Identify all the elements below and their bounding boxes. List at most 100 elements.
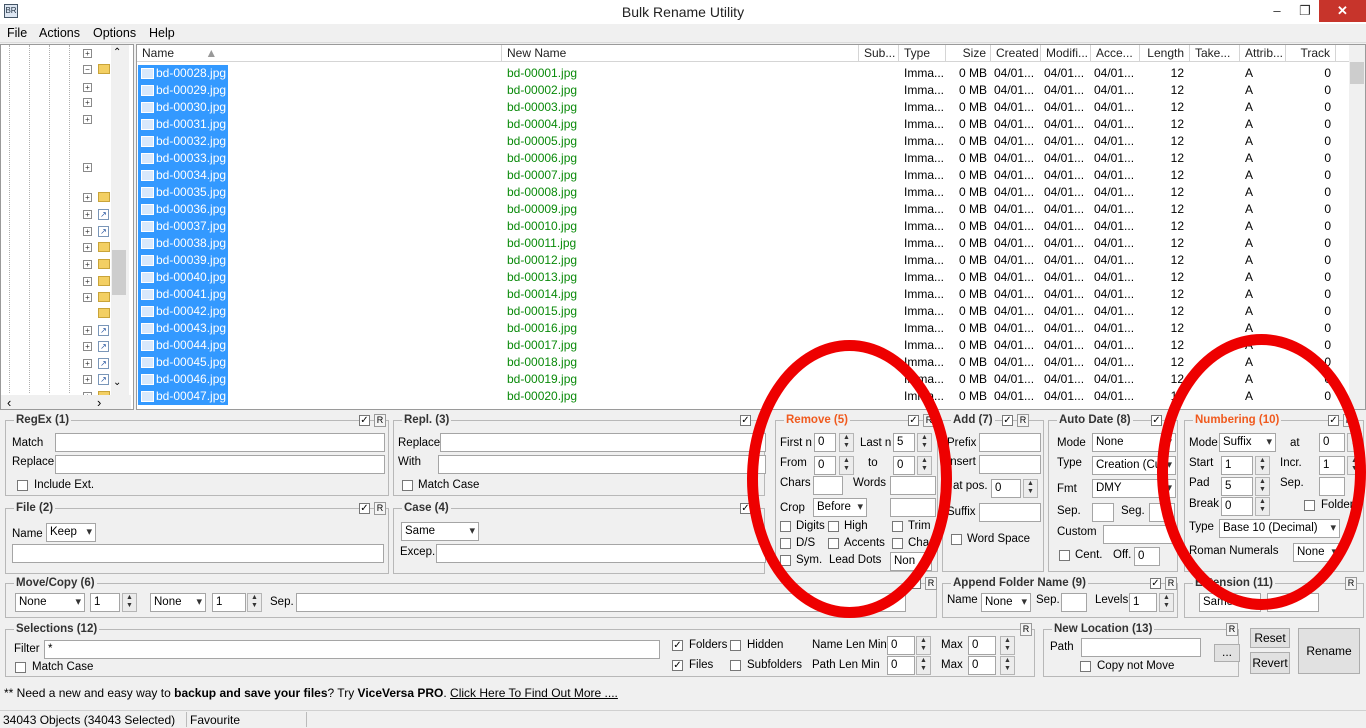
column-accessed[interactable]: Acce... — [1091, 45, 1140, 62]
at-pos-input[interactable]: 0 — [991, 479, 1021, 498]
path-input[interactable] — [1081, 638, 1201, 657]
file-list-scrollbar[interactable] — [1349, 45, 1365, 409]
tree-vertical-scrollbar[interactable] — [111, 45, 129, 395]
column-modified[interactable]: Modifi... — [1041, 45, 1091, 62]
name-len-min-spinner[interactable]: ▲ ▼ — [916, 636, 931, 655]
menu-help[interactable]: Help — [149, 26, 175, 40]
table-row[interactable]: bd-00047.jpg bd-00020.jpg Imma... 0 MB 04/01… — [137, 388, 1349, 405]
folders-checkbox[interactable]: ✓ — [672, 640, 683, 651]
append-folder-name-dropdown[interactable]: None — [981, 593, 1031, 612]
tree-scroll-up-icon[interactable]: ⌃ — [113, 47, 121, 58]
regex-enable-checkbox[interactable]: ✓ — [359, 415, 370, 426]
tree-expand-toggle[interactable]: + — [83, 83, 92, 92]
reset-button[interactable]: Reset — [1250, 628, 1290, 648]
replace-enable-checkbox[interactable]: ✓ — [740, 415, 751, 426]
suffix-input[interactable] — [979, 503, 1041, 522]
column-type[interactable]: Type — [899, 45, 946, 62]
move-copy-count-spinner[interactable]: ▲ ▼ — [122, 593, 137, 612]
append-folder-enable-checkbox[interactable]: ✓ — [1150, 578, 1161, 589]
menu-file[interactable]: File — [7, 26, 27, 40]
table-row[interactable]: bd-00037.jpg bd-00010.jpg Imma... 0 MB 04/01… — [137, 218, 1349, 235]
tree-scroll-left-icon[interactable]: ‹ — [7, 395, 11, 409]
include-ext-checkbox[interactable] — [17, 480, 28, 491]
tree-expand-toggle[interactable]: + — [83, 293, 92, 302]
replace-match-case-checkbox[interactable] — [402, 480, 413, 491]
tree-expand-toggle[interactable]: + — [83, 375, 92, 384]
files-checkbox[interactable]: ✓ — [672, 660, 683, 671]
auto-date-sep-input[interactable] — [1092, 503, 1114, 522]
promo-link[interactable]: Click Here To Find Out More .... — [450, 686, 618, 700]
column-name[interactable]: Name ▲ — [137, 45, 502, 62]
case-dropdown[interactable]: Same — [401, 522, 479, 541]
file-reset-button[interactable]: R — [374, 502, 386, 515]
browse-button[interactable]: ... — [1214, 644, 1240, 662]
table-row[interactable]: bd-00032.jpg bd-00005.jpg Imma... 0 MB 04/01… — [137, 133, 1349, 150]
table-row[interactable]: bd-00042.jpg bd-00015.jpg Imma... 0 MB 04/01… — [137, 303, 1349, 320]
table-row[interactable]: bd-00038.jpg bd-00011.jpg Imma... 0 MB 04/01… — [137, 235, 1349, 252]
copy-not-move-checkbox[interactable] — [1080, 661, 1091, 672]
table-row[interactable]: bd-00040.jpg bd-00013.jpg Imma... 0 MB 04/01… — [137, 269, 1349, 286]
auto-date-off-input[interactable]: 0 — [1134, 547, 1160, 566]
name-len-max-input[interactable]: 0 — [968, 636, 996, 655]
path-len-min-input[interactable]: 0 — [887, 656, 915, 675]
table-row[interactable]: bd-00030.jpg bd-00003.jpg Imma... 0 MB 04/01… — [137, 99, 1349, 116]
at-pos-spinner[interactable]: ▲ ▼ — [1023, 479, 1038, 498]
tree-expand-toggle[interactable]: + — [83, 260, 92, 269]
maximize-button[interactable]: ❐ — [1291, 0, 1319, 22]
regex-replace-input[interactable] — [55, 455, 385, 474]
tree-scroll-right-icon[interactable]: › — [97, 395, 101, 409]
path-len-max-input[interactable]: 0 — [968, 656, 996, 675]
table-row[interactable]: bd-00046.jpg bd-00019.jpg Imma... 0 MB 04/01… — [137, 371, 1349, 388]
minimize-button[interactable]: – — [1263, 0, 1291, 22]
revert-button[interactable]: Revert — [1250, 652, 1290, 674]
table-row[interactable]: bd-00039.jpg bd-00012.jpg Imma... 0 MB 04/01… — [137, 252, 1349, 269]
tree-expand-toggle[interactable]: + — [83, 227, 92, 236]
folder-tree[interactable]: +−++++++↗+↗+++++↗+↗+↗+↗+ ⌃ ⌄ ‹ › — [0, 44, 134, 410]
file-list[interactable]: Name ▲ New Name Sub... Type Size Created… — [136, 44, 1366, 410]
table-row[interactable]: bd-00045.jpg bd-00018.jpg Imma... 0 MB 04/01… — [137, 354, 1349, 371]
filter-input[interactable]: * — [44, 640, 660, 659]
prefix-input[interactable] — [979, 433, 1041, 452]
table-row[interactable]: bd-00035.jpg bd-00008.jpg Imma... 0 MB 04/01… — [137, 184, 1349, 201]
column-length[interactable]: Length — [1140, 45, 1190, 62]
tree-expand-toggle[interactable]: + — [83, 193, 92, 202]
path-len-min-spinner[interactable]: ▲ ▼ — [916, 656, 931, 675]
word-space-checkbox[interactable] — [951, 534, 962, 545]
column-size[interactable]: Size — [946, 45, 991, 62]
table-row[interactable]: bd-00033.jpg bd-00006.jpg Imma... 0 MB 04/01… — [137, 150, 1349, 167]
move-copy-mode2-dropdown[interactable]: None — [150, 593, 206, 612]
tree-expand-toggle[interactable]: + — [83, 359, 92, 368]
path-len-max-spinner[interactable]: ▲ ▼ — [1000, 656, 1015, 675]
table-row[interactable]: bd-00036.jpg bd-00009.jpg Imma... 0 MB 04/01… — [137, 201, 1349, 218]
tree-expand-toggle[interactable]: + — [83, 210, 92, 219]
tree-scroll-thumb[interactable] — [112, 250, 126, 295]
selections-match-case-checkbox[interactable] — [15, 662, 26, 673]
name-len-max-spinner[interactable]: ▲ ▼ — [1000, 636, 1015, 655]
file-name-input[interactable] — [12, 544, 384, 563]
case-excep-input[interactable] — [436, 544, 766, 563]
with-input[interactable] — [438, 455, 766, 474]
replace-input[interactable] — [440, 433, 766, 452]
hidden-checkbox[interactable] — [730, 640, 741, 651]
move-copy-count2-spinner[interactable]: ▲ ▼ — [247, 593, 262, 612]
auto-date-enable-checkbox[interactable]: ✓ — [1151, 415, 1162, 426]
tree-expand-toggle[interactable]: + — [83, 342, 92, 351]
tree-expand-toggle[interactable]: + — [83, 49, 92, 58]
extension-reset-button[interactable]: R — [1345, 577, 1357, 590]
add-reset-button[interactable]: R — [1017, 414, 1029, 427]
tree-expand-toggle[interactable]: + — [83, 243, 92, 252]
table-row[interactable]: bd-00043.jpg bd-00016.jpg Imma... 0 MB 04/01… — [137, 320, 1349, 337]
move-copy-count-input[interactable]: 1 — [90, 593, 120, 612]
move-copy-mode-dropdown[interactable]: None — [15, 593, 85, 612]
column-attrib[interactable]: Attrib... — [1240, 45, 1286, 62]
table-row[interactable]: bd-00041.jpg bd-00014.jpg Imma... 0 MB 04/01… — [137, 286, 1349, 303]
column-taken[interactable]: Take... — [1190, 45, 1240, 62]
name-len-min-input[interactable]: 0 — [887, 636, 915, 655]
menu-actions[interactable]: Actions — [39, 26, 80, 40]
new-location-reset-button[interactable]: R — [1226, 623, 1238, 636]
file-enable-checkbox[interactable]: ✓ — [359, 503, 370, 514]
rename-button[interactable]: Rename — [1298, 628, 1360, 674]
tree-expand-toggle[interactable]: + — [83, 98, 92, 107]
table-row[interactable]: bd-00029.jpg bd-00002.jpg Imma... 0 MB 04/01… — [137, 82, 1349, 99]
table-row[interactable]: bd-00044.jpg bd-00017.jpg Imma... 0 MB 04/01… — [137, 337, 1349, 354]
